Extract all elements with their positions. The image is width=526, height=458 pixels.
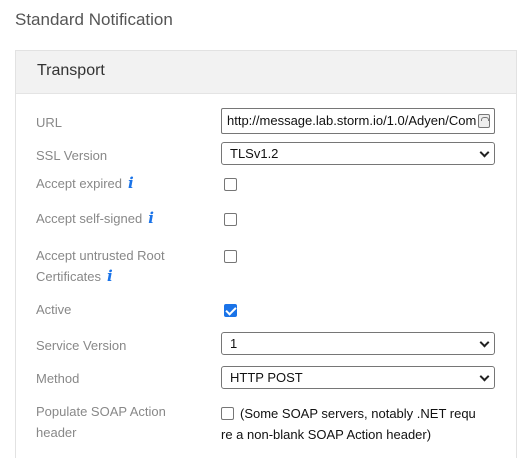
method-label: Method xyxy=(36,371,80,386)
url-label: URL xyxy=(36,115,63,130)
soap-note-line-1: (Some SOAP servers, notably .NET requ xyxy=(240,406,476,421)
accept-untrusted-root-text-2: Certificates xyxy=(36,269,102,284)
info-icon[interactable]: i xyxy=(148,209,154,227)
populate-soap-text-2: header xyxy=(36,425,77,440)
chevron-down-icon xyxy=(479,147,490,158)
active-label: Active xyxy=(36,302,72,317)
accept-self-signed-checkbox[interactable] xyxy=(224,213,237,226)
service-version-label: Service Version xyxy=(36,338,127,353)
url-value: http://message.lab.storm.io/1.0/Adyen/Co… xyxy=(227,113,477,128)
active-checkbox[interactable] xyxy=(224,304,237,317)
ssl-version-value: TLSv1.2 xyxy=(230,146,279,161)
chevron-down-icon xyxy=(479,337,490,348)
accept-untrusted-root-checkbox[interactable] xyxy=(224,250,237,263)
panel-title: Transport xyxy=(16,51,516,94)
populate-soap-note: (Some SOAP servers, notably .NET requ re… xyxy=(221,403,501,445)
accept-expired-text: Accept expired xyxy=(36,176,122,191)
accept-untrusted-root-text-1: Accept untrusted Root xyxy=(36,248,165,263)
accept-untrusted-root-label: Accept untrusted Root Certificates i xyxy=(36,245,165,287)
service-version-select[interactable]: 1 xyxy=(221,332,495,355)
populate-soap-label: Populate SOAP Action header xyxy=(36,401,166,443)
ssl-version-select[interactable]: TLSv1.2 xyxy=(221,142,495,165)
accept-expired-checkbox[interactable] xyxy=(224,178,237,191)
soap-note-line-2: re a non-blank SOAP Action header) xyxy=(221,427,432,442)
method-value: HTTP POST xyxy=(230,370,303,385)
accept-self-signed-label: Accept self-signed i xyxy=(36,208,154,229)
accept-expired-label: Accept expired i xyxy=(36,173,134,194)
service-version-value: 1 xyxy=(230,336,238,351)
info-icon[interactable]: i xyxy=(107,267,113,285)
autofill-key-icon[interactable] xyxy=(478,114,490,128)
method-select[interactable]: HTTP POST xyxy=(221,366,495,389)
info-icon[interactable]: i xyxy=(128,174,134,192)
url-input[interactable]: http://message.lab.storm.io/1.0/Adyen/Co… xyxy=(221,108,495,134)
chevron-down-icon xyxy=(479,371,490,382)
populate-soap-text-1: Populate SOAP Action xyxy=(36,404,166,419)
populate-soap-checkbox[interactable] xyxy=(221,407,234,420)
ssl-version-label: SSL Version xyxy=(36,148,108,163)
accept-self-signed-text: Accept self-signed xyxy=(36,211,143,226)
page-title: Standard Notification xyxy=(15,10,173,29)
